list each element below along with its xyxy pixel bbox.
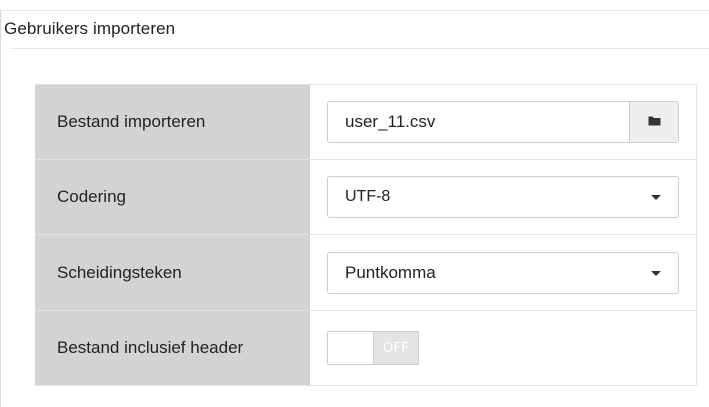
import-users-panel: Gebruikers importeren Bestand importeren…	[0, 0, 709, 407]
chevron-down-icon	[651, 270, 661, 276]
separator-selected-value: Puntkomma	[345, 262, 436, 282]
toggle-knob	[328, 332, 374, 364]
separator-label: Scheidingsteken	[35, 235, 310, 310]
panel-title: Gebruikers importeren	[4, 19, 176, 38]
encoding-selected-value: UTF-8	[345, 188, 391, 205]
panel-top-border	[0, 10, 709, 11]
header-control: OFF	[310, 311, 697, 385]
form-row-file: Bestand importeren user_11.csv	[35, 85, 697, 160]
file-import-label: Bestand importeren	[35, 85, 310, 159]
encoding-label: Codering	[35, 160, 310, 234]
form-row-encoding: Codering UTF-8	[35, 160, 697, 235]
form-row-separator: Scheidingsteken Puntkomma	[35, 235, 697, 311]
encoding-control: UTF-8	[310, 160, 697, 234]
form-row-header: Bestand inclusief header OFF	[35, 311, 697, 386]
file-name-input[interactable]: user_11.csv	[328, 102, 629, 142]
header-toggle[interactable]: OFF	[327, 331, 419, 365]
import-form: Bestand importeren user_11.csv Codering	[35, 84, 697, 386]
file-input-group: user_11.csv	[327, 101, 679, 143]
folder-icon	[648, 113, 661, 131]
panel-left-border	[0, 10, 1, 407]
chevron-down-icon	[651, 195, 661, 200]
encoding-select[interactable]: UTF-8	[327, 176, 679, 218]
title-divider	[10, 48, 709, 49]
file-import-control: user_11.csv	[310, 85, 697, 159]
separator-select[interactable]: Puntkomma	[327, 251, 679, 294]
toggle-state-label: OFF	[374, 332, 418, 364]
header-label: Bestand inclusief header	[35, 311, 310, 385]
separator-control: Puntkomma	[310, 235, 697, 310]
browse-file-button[interactable]	[629, 102, 678, 142]
